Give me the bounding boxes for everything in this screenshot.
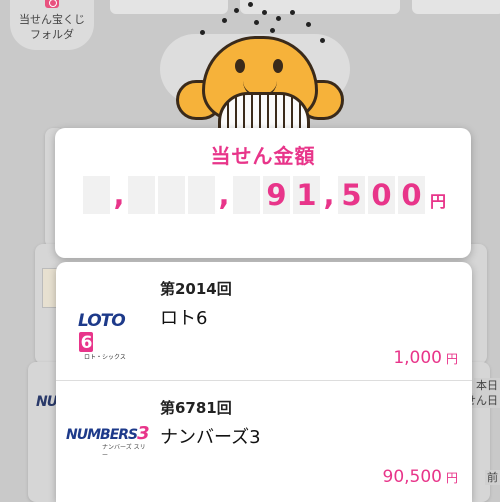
winning-lottery-folder-button[interactable]: 当せん宝くじ フォルダ — [10, 0, 94, 50]
amount-digit — [233, 176, 260, 214]
prize-amount-card: 当せん金額 , , 9 1 , 5 0 0 円 — [55, 128, 471, 258]
amount-digit: 9 — [263, 176, 290, 214]
background-tile — [110, 0, 228, 14]
draw-round: 第6781回 — [160, 399, 232, 417]
game-name: ナンバーズ3 — [160, 427, 261, 448]
amount-digit: 5 — [338, 176, 365, 214]
amount-unit: 円 — [430, 192, 447, 211]
mascot-eye — [235, 59, 245, 73]
prize-title: 当せん金額 — [210, 144, 316, 168]
amount-separator: , — [218, 178, 230, 212]
winning-amount: 1,000 円 — [393, 348, 458, 368]
amount-separator: , — [323, 178, 335, 212]
winning-results-list: LOTO6 ロト・シックス 第2014回 ロト6 1,000 円 NUMBERS3… — [56, 262, 472, 502]
folder-label-line1: 当せん宝くじ — [19, 13, 85, 26]
background-tile — [412, 0, 500, 14]
amount-separator: , — [113, 178, 125, 212]
mascot-eye — [273, 59, 283, 73]
prize-amount-display: , , 9 1 , 5 0 0 円 — [83, 176, 446, 214]
amount-digit — [83, 176, 110, 214]
list-item-loto6[interactable]: LOTO6 ロト・シックス 第2014回 ロト6 1,000 円 — [56, 262, 472, 380]
folder-icon — [45, 0, 59, 8]
background-label: 本日 — [474, 378, 500, 393]
draw-round: 第2014回 — [160, 280, 232, 298]
amount-digit — [128, 176, 155, 214]
folder-label-line2: フォルダ — [30, 28, 74, 41]
amount-digit — [188, 176, 215, 214]
amount-digit: 1 — [293, 176, 320, 214]
background-label: 前 — [485, 470, 500, 485]
amount-digit — [158, 176, 185, 214]
loto6-logo: LOTO6 ロト・シックス — [78, 311, 126, 361]
numbers3-logo: NUMBERS3 ナンバーズ スリー — [66, 423, 150, 460]
amount-digit: 0 — [368, 176, 395, 214]
list-item-numbers3[interactable]: NUMBERS3 ナンバーズ スリー 第6781回 ナンバーズ3 90,500 円 — [56, 381, 472, 502]
amount-digit: 0 — [398, 176, 425, 214]
game-name: ロト6 — [160, 308, 208, 329]
winning-amount: 90,500 円 — [382, 467, 459, 487]
